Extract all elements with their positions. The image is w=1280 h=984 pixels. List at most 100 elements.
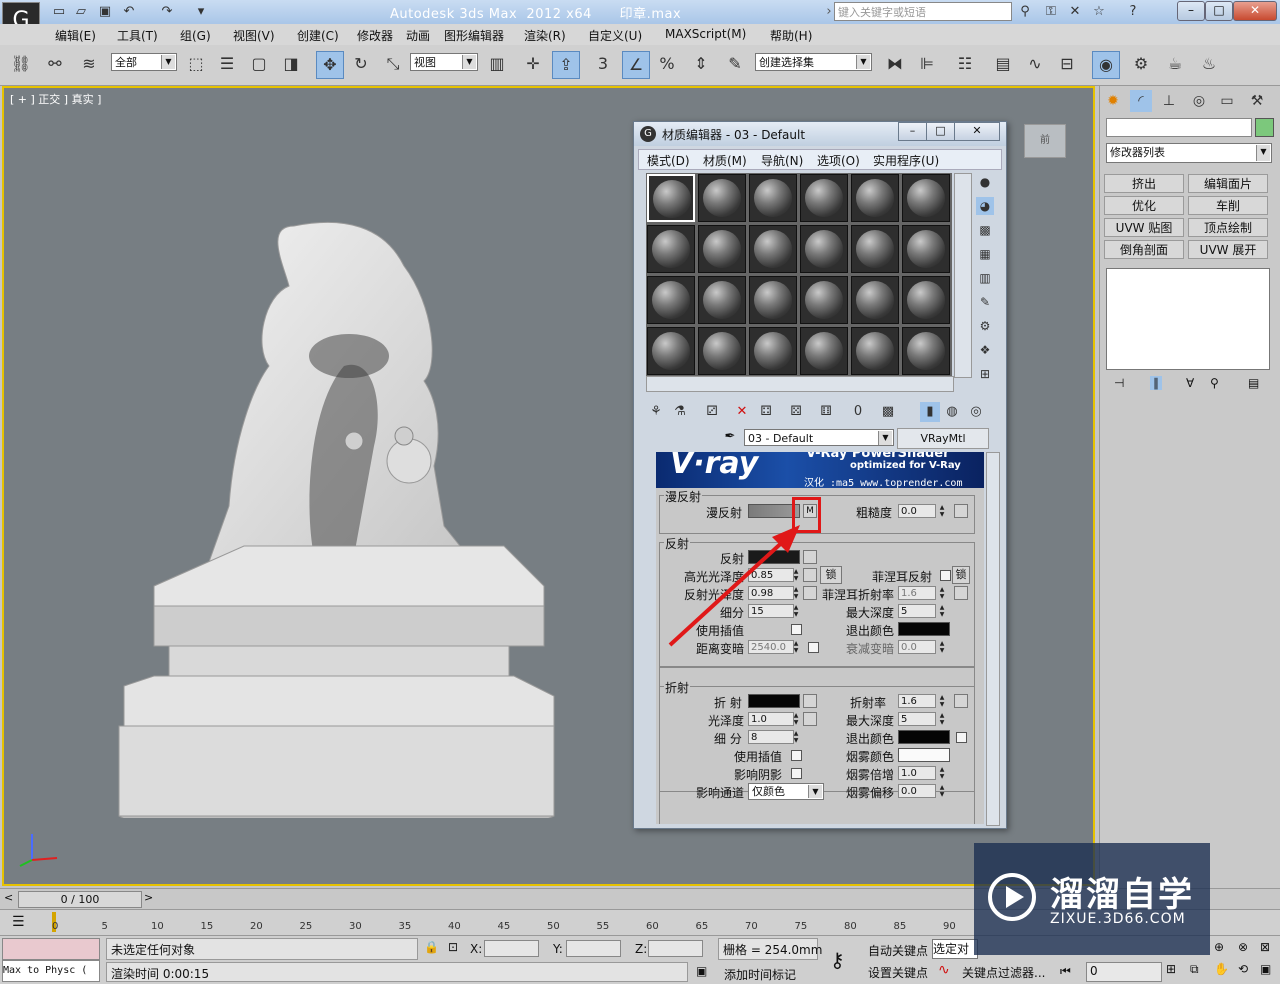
absolute-mode-icon[interactable]: ⊡: [448, 940, 458, 954]
unwrap-uvw-button[interactable]: UVW 展开: [1188, 240, 1268, 259]
frame-nav-icon[interactable]: ⏮: [1060, 964, 1071, 979]
material-editor-window[interactable]: G 材质编辑器 - 03 - Default – □ ✕ 模式(D) 材质(M)…: [633, 121, 1007, 829]
maximize-button[interactable]: □: [1205, 1, 1233, 21]
save-file-icon[interactable]: ▣: [96, 3, 114, 20]
refr-max-depth-spinner[interactable]: ▲ ▼: [938, 712, 946, 726]
move-icon[interactable]: ✥: [316, 51, 344, 79]
refract-map-button[interactable]: [803, 694, 817, 708]
modifier-list-dropdown[interactable]: 修改器列表 ▼: [1106, 143, 1272, 163]
material-type-button[interactable]: VRayMtl: [897, 428, 989, 449]
schematic-view-icon[interactable]: ⊟: [1054, 51, 1080, 77]
menu-group[interactable]: 组(G): [180, 27, 211, 44]
material-sample-slot[interactable]: [902, 327, 950, 375]
select-manipulate-icon[interactable]: ✛: [520, 51, 546, 77]
menu-maxscript[interactable]: MAXScript(M): [665, 27, 746, 41]
dim-falloff-spinner[interactable]: ▲ ▼: [938, 640, 946, 654]
modify-tab-icon[interactable]: ◜: [1130, 90, 1152, 112]
video-color-check-icon[interactable]: ▥: [976, 269, 994, 287]
spinner-snap-icon[interactable]: ⇕: [688, 51, 714, 77]
add-time-tag[interactable]: 添加时间标记: [724, 966, 796, 983]
object-name-field[interactable]: [1106, 118, 1252, 137]
orbit-icon[interactable]: ⟲: [1238, 962, 1248, 976]
window-crossing-icon[interactable]: ◨: [278, 51, 304, 77]
snap-toggle-icon[interactable]: 3: [590, 51, 616, 77]
material-sample-slot[interactable]: [698, 276, 746, 324]
lathe-button[interactable]: 车削: [1188, 196, 1268, 215]
get-material-icon[interactable]: ⚘: [646, 402, 666, 422]
eyedropper-icon[interactable]: ✒: [722, 429, 738, 445]
go-forward-sibling-icon[interactable]: ◎: [966, 402, 986, 422]
material-id-channel-icon[interactable]: 0: [848, 402, 868, 422]
bind-space-warp-icon[interactable]: ≋: [76, 51, 102, 77]
refr-subdivs-spinner[interactable]: ▲ ▼: [792, 730, 800, 744]
refl-max-depth-spinner[interactable]: ▲ ▼: [938, 604, 946, 618]
material-sample-slot[interactable]: [698, 327, 746, 375]
options-icon[interactable]: ⚙: [976, 317, 994, 335]
utilities-tab-icon[interactable]: ⚒: [1246, 90, 1268, 112]
fog-bias-spinner[interactable]: ▲ ▼: [938, 784, 946, 798]
angle-snap-icon[interactable]: ∠: [622, 51, 650, 79]
backlight-icon[interactable]: ◕: [976, 197, 994, 215]
select-by-material-icon[interactable]: ❖: [976, 341, 994, 359]
hierarchy-tab-icon[interactable]: ⊥: [1158, 90, 1180, 112]
material-sample-slot[interactable]: [647, 225, 695, 273]
show-end-result-icon[interactable]: ∥: [1150, 376, 1162, 390]
material-sample-slot[interactable]: [800, 225, 848, 273]
subscription-icon[interactable]: ⚿: [1042, 3, 1060, 20]
background-checker-icon[interactable]: ▩: [976, 221, 994, 239]
material-sample-slot[interactable]: [851, 276, 899, 324]
current-frame-field[interactable]: 0: [1086, 962, 1162, 982]
zoom-region-icon[interactable]: ⧉: [1190, 962, 1199, 977]
sample-uv-tiling-icon[interactable]: ▦: [976, 245, 994, 263]
sample-type-icon[interactable]: ●: [976, 173, 994, 191]
percent-snap-icon[interactable]: %: [654, 51, 680, 77]
select-object-icon[interactable]: ⬚: [183, 51, 209, 77]
copy-material-icon[interactable]: ⚃: [756, 402, 776, 422]
slots-vertical-scrollbar[interactable]: [954, 173, 972, 378]
refr-exit-color-checkbox[interactable]: [956, 732, 967, 743]
binoculars-icon[interactable]: ⚲: [1016, 3, 1034, 20]
material-sample-slot[interactable]: [749, 225, 797, 273]
maximize-viewport-icon[interactable]: ▣: [1260, 962, 1271, 976]
fresnel-checkbox[interactable]: [940, 570, 951, 581]
edit-named-selection-icon[interactable]: ✎: [722, 51, 748, 77]
motion-tab-icon[interactable]: ◎: [1188, 90, 1210, 112]
lock-selection-icon[interactable]: 🔒: [424, 940, 439, 954]
menu-animation[interactable]: 动画: [406, 27, 430, 44]
object-color-swatch[interactable]: [1255, 118, 1274, 137]
refr-exit-color-swatch[interactable]: [898, 730, 950, 744]
layer-manager-icon[interactable]: ☷: [952, 51, 978, 77]
fog-mult-field[interactable]: 1.0: [898, 766, 936, 780]
ior-field[interactable]: 1.6: [898, 694, 936, 708]
next-frame-icon[interactable]: >: [144, 891, 153, 904]
display-tab-icon[interactable]: ▭: [1216, 90, 1238, 112]
render-production-icon[interactable]: ♨: [1196, 51, 1222, 77]
material-name-dropdown[interactable]: 03 - Default ▼: [744, 429, 894, 446]
reference-coordinate-dropdown[interactable]: 视图 ▼: [410, 53, 478, 71]
make-unique-icon[interactable]: ∀: [1186, 376, 1194, 390]
render-setup-icon[interactable]: ⚙: [1128, 51, 1154, 77]
bevel-profile-button[interactable]: 倒角剖面: [1104, 240, 1184, 259]
maxscript-mini-listener[interactable]: Max to Physc (: [2, 960, 100, 982]
undo-icon[interactable]: ↶: [120, 3, 138, 20]
fresnel-ior-field[interactable]: 1.6: [898, 586, 936, 600]
menu-options[interactable]: 选项(O): [817, 152, 860, 169]
prev-frame-icon[interactable]: <: [4, 891, 13, 904]
menu-create[interactable]: 创建(C): [297, 27, 339, 44]
material-editor-close-button[interactable]: ✕: [954, 122, 1000, 141]
material-sample-slot[interactable]: [800, 327, 848, 375]
zoom-extents-icon[interactable]: ⊞: [1166, 962, 1176, 976]
material-editor-minimize-button[interactable]: –: [898, 122, 927, 141]
refr-subdivs-field[interactable]: 8: [748, 730, 794, 744]
keyboard-shortcut-override-icon[interactable]: ⇪: [552, 51, 580, 79]
menu-graph-editors[interactable]: 图形编辑器: [444, 27, 504, 44]
align-icon[interactable]: ⊫: [914, 51, 940, 77]
fog-color-swatch[interactable]: [898, 748, 950, 762]
material-editor-titlebar[interactable]: G 材质编辑器 - 03 - Default – □ ✕: [634, 122, 1006, 146]
fresnel-ior-spinner[interactable]: ▲ ▼: [938, 586, 946, 600]
material-sample-slot[interactable]: [902, 174, 950, 222]
scale-icon[interactable]: ⤡: [380, 51, 406, 77]
set-key-button[interactable]: 设置关键点: [868, 964, 928, 981]
refr-gloss-map-button[interactable]: [803, 712, 817, 726]
slots-horizontal-scrollbar[interactable]: [646, 376, 954, 392]
